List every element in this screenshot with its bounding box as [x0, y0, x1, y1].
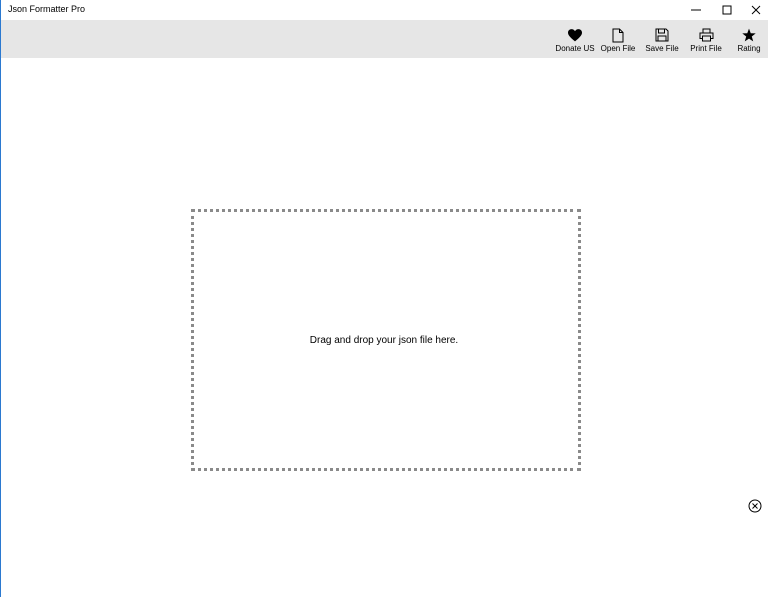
maximize-button[interactable] [712, 0, 742, 20]
rating-label: Rating [737, 44, 761, 53]
open-file-button[interactable]: Open File [599, 20, 637, 58]
open-file-label: Open File [600, 44, 636, 53]
printer-icon [696, 27, 716, 43]
star-icon [739, 27, 759, 43]
close-circle-icon [748, 499, 762, 513]
donate-label: Donate US [555, 44, 595, 53]
maximize-icon [722, 5, 732, 15]
title-bar[interactable]: Json Formatter Pro [1, 0, 768, 20]
app-window: Json Formatter Pro Donate US Open File S… [0, 0, 768, 597]
print-file-button[interactable]: Print File [687, 20, 725, 58]
close-icon [751, 5, 761, 15]
rating-button[interactable]: Rating [734, 20, 764, 58]
donate-button[interactable]: Donate US [554, 20, 596, 58]
command-bar: Donate US Open File Save File Print File… [1, 20, 768, 58]
window-title: Json Formatter Pro [8, 4, 86, 14]
save-file-button[interactable]: Save File [643, 20, 681, 58]
close-button[interactable] [741, 0, 768, 20]
drop-zone-instructions: Drag and drop your json file here. [309, 334, 459, 346]
file-drop-zone[interactable]: Drag and drop your json file here. [191, 209, 581, 471]
print-file-label: Print File [690, 44, 722, 53]
floppy-disk-icon [652, 27, 672, 43]
save-file-label: Save File [645, 44, 679, 53]
minimize-button[interactable] [681, 0, 711, 20]
new-file-icon [608, 27, 628, 43]
dismiss-button[interactable] [748, 499, 762, 513]
minimize-icon [691, 9, 701, 11]
heart-icon [565, 27, 585, 43]
